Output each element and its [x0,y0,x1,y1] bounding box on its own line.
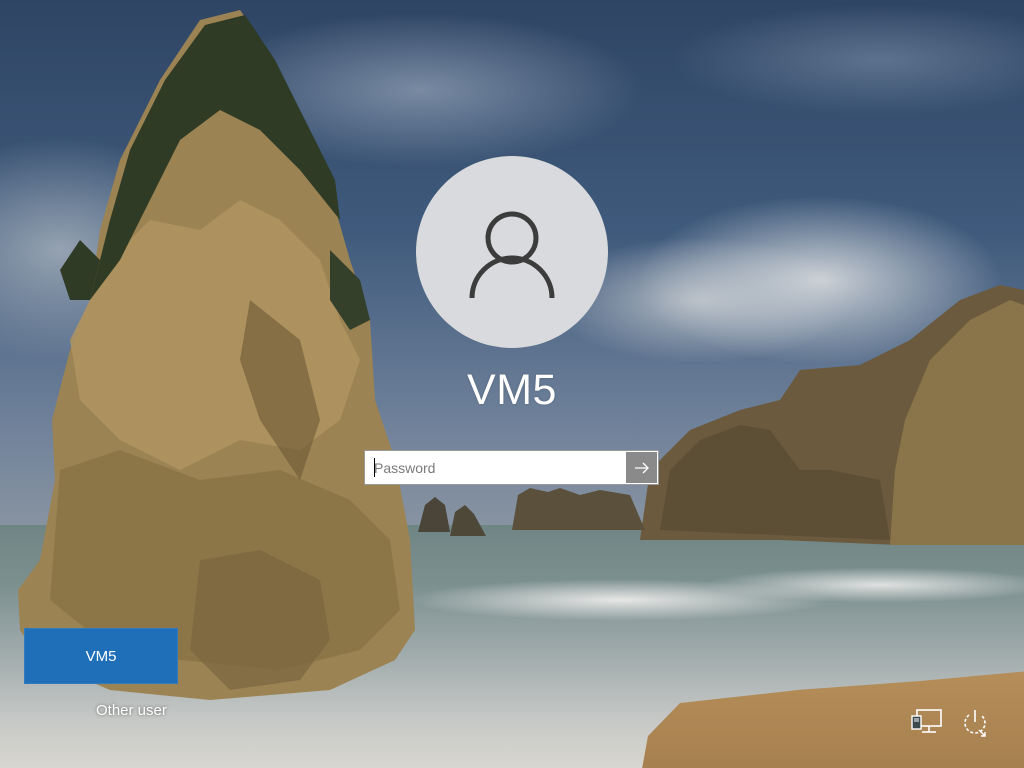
text-caret [374,458,375,477]
other-user-link[interactable]: Other user [24,702,238,719]
power-button[interactable] [957,704,993,740]
password-input[interactable] [365,451,626,484]
submit-button[interactable] [626,452,657,483]
power-icon [964,710,986,737]
user-tile-label: VM5 [85,647,117,665]
user-silhouette-icon [469,211,555,299]
other-user-label: Other user [96,702,167,719]
network-icon [911,709,942,733]
user-tile-vm5[interactable]: VM5 [24,628,178,684]
network-button[interactable] [909,704,945,740]
user-avatar [416,156,608,348]
account-name: VM5 [467,366,557,414]
arrow-right-icon [634,462,649,473]
password-box [364,450,659,485]
windows-login-screen: VM5 VM5 Other user [0,0,1024,768]
